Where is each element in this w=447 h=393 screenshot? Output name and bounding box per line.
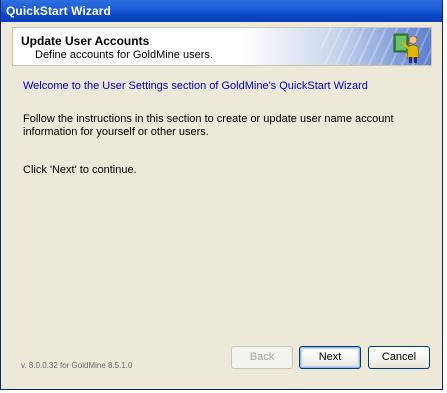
header-subtitle: Define accounts for GoldMine users. (35, 49, 213, 61)
window-title: QuickStart Wizard (6, 4, 111, 18)
version-label: v. 8.0.0.32 for GoldMine 8.5.1.0 (21, 361, 133, 370)
click-next-text: Click 'Next' to continue. (23, 164, 137, 176)
quickstart-wizard-window: QuickStart Wizard Update User Accounts D… (0, 0, 443, 390)
cancel-button[interactable]: Cancel (368, 346, 430, 369)
instructions-text: Follow the instructions in this section … (23, 113, 394, 138)
title-bar[interactable]: QuickStart Wizard (1, 0, 442, 22)
wizard-header: Update User Accounts Define accounts for… (12, 27, 432, 66)
back-button[interactable]: Back (231, 346, 293, 369)
user-settings-icon (393, 33, 420, 63)
header-title: Update User Accounts (21, 34, 150, 48)
welcome-text: Welcome to the User Settings section of … (23, 80, 368, 92)
next-button[interactable]: Next (299, 346, 361, 369)
